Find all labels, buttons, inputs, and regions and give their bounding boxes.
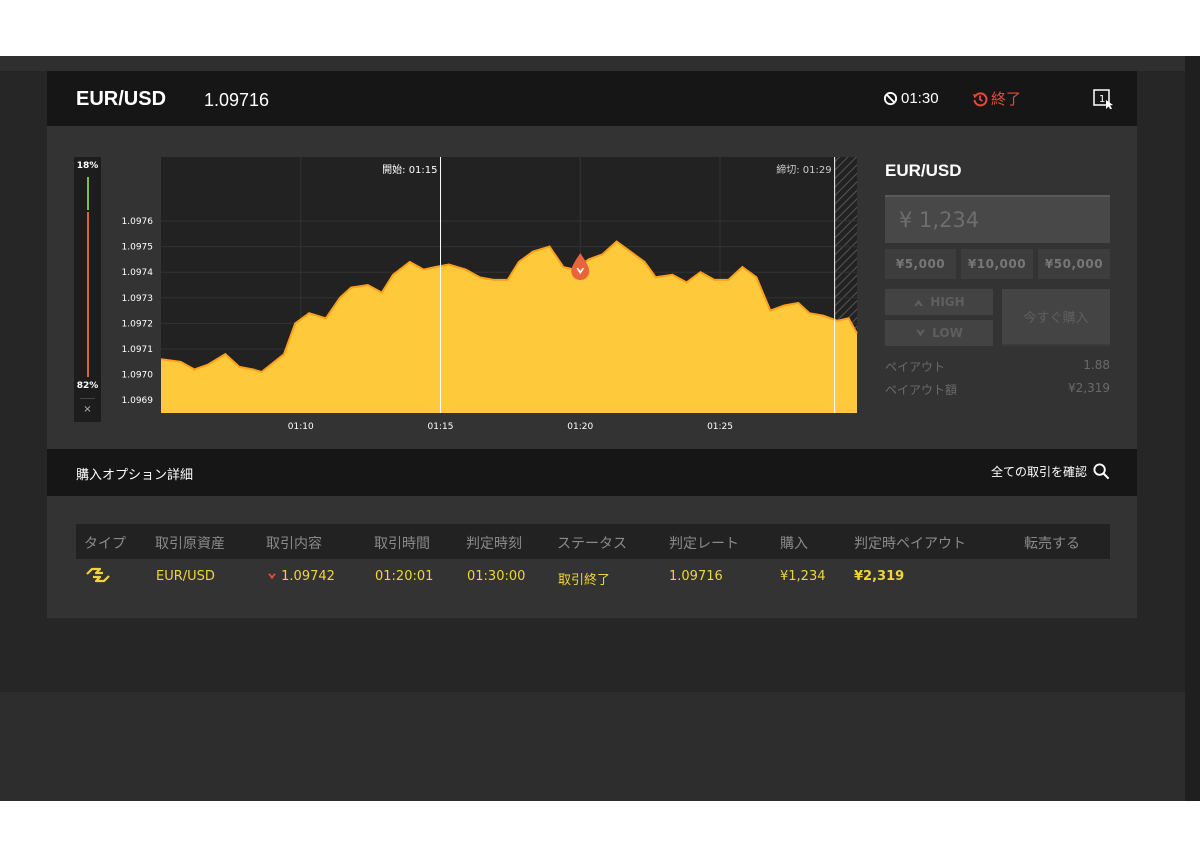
current-price: 1.09716 — [204, 90, 270, 110]
top-strip — [0, 56, 1185, 71]
status-ended: 終了 — [972, 88, 1021, 109]
ban-icon — [883, 91, 898, 106]
preset-50000-button[interactable]: ¥50,000 — [1038, 249, 1110, 279]
payout-amount-label: ペイアウト額 — [885, 383, 958, 397]
row-purchase: ¥1,234 — [780, 569, 826, 584]
preset-10000-button[interactable]: ¥10,000 — [961, 249, 1033, 279]
high-percentage: 18% — [76, 161, 99, 171]
high-low-type-icon — [86, 567, 110, 583]
y-tick-label: 1.0975 — [122, 243, 154, 253]
search-icon — [1093, 463, 1110, 480]
single-chart-icon[interactable]: 1 — [1093, 89, 1113, 109]
high-label: HIGH — [930, 295, 965, 309]
gauge-close-button[interactable]: × — [74, 404, 101, 415]
x-tick-label: 01:25 — [707, 422, 733, 432]
x-tick-label: 01:10 — [288, 422, 314, 432]
payout-label: ペイアウト — [885, 360, 946, 374]
status-text: 終了 — [991, 90, 1022, 108]
row-payout: ¥2,319 — [854, 569, 905, 584]
x-tick-label: 01:15 — [428, 422, 454, 432]
col-type: タイプ — [84, 536, 126, 552]
history-icon — [973, 91, 988, 106]
details-title: 購入オプション詳細 — [76, 468, 194, 483]
svg-text:1: 1 — [1099, 94, 1105, 105]
row-content: 1.09742 — [267, 569, 335, 584]
x-tick-label: 01:20 — [567, 422, 593, 432]
y-tick-label: 1.0972 — [122, 319, 154, 329]
end-label: 締切: 01:29 — [776, 163, 831, 176]
y-tick-label: 1.0973 — [122, 294, 154, 304]
col-payout: 判定時ペイアウト — [854, 536, 966, 552]
row-content-value: 1.09742 — [281, 569, 335, 584]
y-tick-label: 1.0970 — [122, 371, 154, 381]
row-trade-time: 01:20:01 — [375, 569, 434, 584]
timer-value: 01:30 — [901, 90, 939, 107]
panel-header: EUR/USD 1.09716 01:30 終了 1 — [47, 71, 1137, 126]
details-bar: 購入オプション詳細 全ての取引を確認 — [47, 449, 1137, 496]
low-label: LOW — [932, 326, 963, 340]
col-rate: 判定レート — [669, 536, 739, 552]
high-bar — [87, 177, 89, 210]
low-button[interactable]: LOW — [885, 320, 993, 346]
row-asset: EUR/USD — [156, 569, 215, 584]
payout-row: ペイアウト 1.88 — [885, 358, 1110, 375]
trade-pair-title: EUR/USD — [885, 161, 962, 180]
row-rate: 1.09716 — [669, 569, 723, 584]
payout-value: 1.88 — [1083, 358, 1110, 372]
low-direction-icon — [268, 573, 276, 579]
table-header: タイプ 取引原資産 取引内容 取引時間 判定時刻 ステータス 判定レート 購入 … — [76, 524, 1110, 559]
gauge-divider — [80, 398, 95, 399]
trade-panel: EUR/USD 1.09716 01:30 終了 1 18% 82% × 1.0… — [47, 71, 1137, 618]
high-button[interactable]: HIGH — [885, 289, 993, 315]
pair-title: EUR/USD — [76, 88, 167, 110]
low-arrow-icon — [916, 329, 926, 336]
preset-5000-button[interactable]: ¥5,000 — [885, 249, 956, 279]
payout-amount-row: ペイアウト額 ¥2,319 — [885, 381, 1110, 398]
row-status: 取引終了 — [558, 573, 611, 588]
start-label: 開始: 01:15 — [382, 163, 437, 176]
lower-area — [0, 692, 1185, 801]
view-all-trades-text: 全ての取引を確認 — [990, 465, 1087, 479]
low-bar — [87, 212, 89, 377]
row-judge-time: 01:30:00 — [467, 569, 526, 584]
col-asset: 取引原資産 — [155, 536, 225, 552]
col-judge-time: 判定時刻 — [466, 536, 522, 552]
col-status: ステータス — [557, 536, 627, 552]
low-percentage: 82% — [76, 381, 99, 391]
y-tick-label: 1.0971 — [122, 345, 154, 355]
col-purchase: 購入 — [780, 536, 808, 552]
buy-now-button[interactable]: 今すぐ購入 — [1002, 289, 1110, 346]
timer: 01:30 — [883, 90, 939, 107]
view-all-trades-link[interactable]: 全ての取引を確認 — [991, 463, 1110, 480]
scrollbar-track[interactable] — [1185, 56, 1200, 801]
payout-amount-value: ¥2,319 — [1068, 381, 1110, 395]
amount-input[interactable] — [885, 195, 1110, 243]
sentiment-gauge: 18% 82% × — [74, 157, 101, 422]
y-tick-label: 1.0974 — [122, 268, 154, 278]
y-tick-label: 1.0976 — [122, 217, 154, 227]
col-resell: 転売する — [1024, 536, 1080, 552]
col-trade-time: 取引時間 — [374, 536, 430, 552]
high-arrow-icon — [914, 299, 924, 306]
y-tick-label: 1.0969 — [122, 396, 154, 406]
price-chart: 1.0976 1.0975 1.0974 1.0973 1.0972 1.0971 1.09… — [122, 157, 858, 432]
col-content: 取引内容 — [266, 536, 322, 552]
